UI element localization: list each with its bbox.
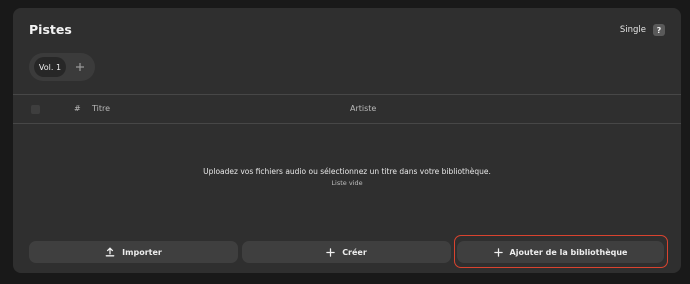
single-label: Single bbox=[619, 25, 646, 35]
column-artist: Artiste bbox=[350, 104, 377, 113]
column-number: # bbox=[74, 104, 81, 113]
plus-icon bbox=[326, 247, 335, 257]
upload-icon bbox=[105, 247, 115, 257]
create-button[interactable]: Créer bbox=[242, 241, 451, 263]
add-volume-button[interactable] bbox=[72, 57, 88, 77]
plus-icon bbox=[493, 247, 503, 257]
column-title: Titre bbox=[92, 104, 111, 113]
create-label: Créer bbox=[342, 247, 367, 257]
help-icon[interactable]: ? bbox=[653, 24, 665, 36]
add-from-library-button[interactable]: Ajouter de la bibliothèque bbox=[457, 241, 664, 263]
import-button[interactable]: Importer bbox=[29, 241, 238, 263]
volume-tabs: Vol. 1 bbox=[29, 53, 95, 81]
table-header: # Titre Artiste bbox=[13, 94, 681, 124]
tracks-panel: Pistes Single ? Vol. 1 # Titre Artiste U… bbox=[13, 8, 681, 273]
panel-title: Pistes bbox=[29, 22, 72, 37]
single-control: Single ? bbox=[620, 24, 665, 36]
import-label: Importer bbox=[122, 247, 162, 257]
empty-state-sub: Liste vide bbox=[331, 179, 363, 187]
select-all-checkbox[interactable] bbox=[31, 105, 40, 114]
plus-icon bbox=[76, 63, 84, 71]
add-from-library-label: Ajouter de la bibliothèque bbox=[509, 247, 628, 257]
empty-state-message: Uploadez vos fichiers audio ou sélection… bbox=[203, 167, 491, 176]
tab-volume-1[interactable]: Vol. 1 bbox=[34, 57, 66, 77]
